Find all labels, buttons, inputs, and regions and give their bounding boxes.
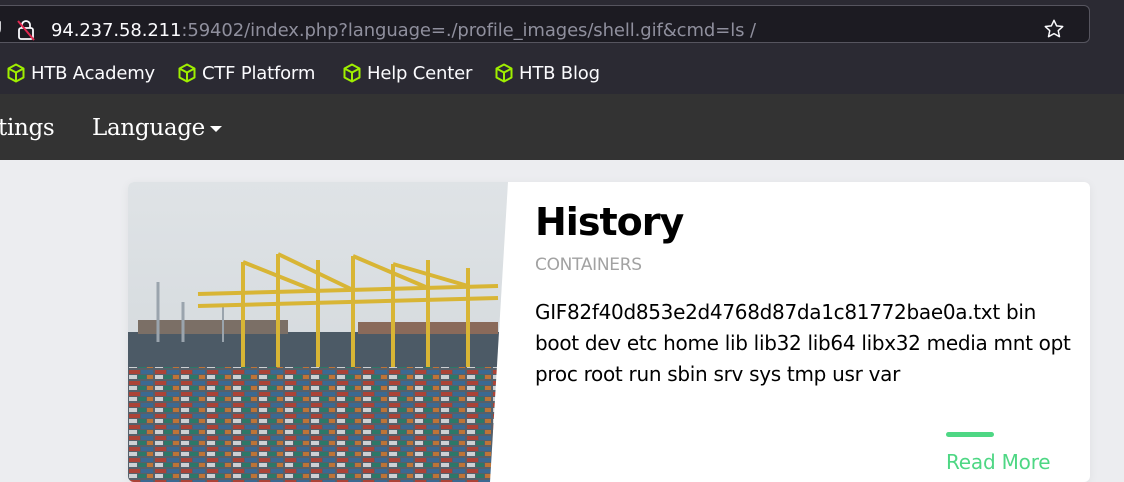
- card-subtitle: CONTAINERS: [535, 255, 642, 275]
- bookmark-help-center[interactable]: Help Center: [342, 61, 472, 85]
- cube-icon: [7, 63, 25, 83]
- cube-icon: [495, 63, 513, 83]
- bookmark-label: Help Center: [367, 62, 473, 84]
- bookmark-label: CTF Platform: [202, 62, 316, 84]
- bookmark-htb-blog[interactable]: HTB Blog: [494, 61, 600, 85]
- nav-settings-link[interactable]: tings: [0, 114, 55, 142]
- nav-language-label: Language: [92, 115, 205, 141]
- browser-toolbar: 94.237.58.211:59402/index.php?language=.…: [0, 0, 1124, 52]
- address-bar[interactable]: 94.237.58.211:59402/index.php?language=.…: [0, 5, 1090, 43]
- card-image: [128, 182, 508, 482]
- nav-language-dropdown[interactable]: Language: [92, 114, 222, 142]
- url-path: :59402/index.php?language=./profile_imag…: [181, 20, 756, 41]
- site-navbar: tings Language: [0, 94, 1124, 160]
- bookmark-ctf-platform[interactable]: CTF Platform: [177, 61, 315, 85]
- post-card: History CONTAINERS GIF82f40d853e2d4768d8…: [128, 182, 1090, 482]
- cube-icon: [178, 63, 196, 83]
- caret-down-icon: [209, 126, 222, 132]
- url-text[interactable]: 94.237.58.211:59402/index.php?language=.…: [51, 19, 756, 43]
- card-title: History: [535, 200, 684, 244]
- url-host: 94.237.58.211: [51, 20, 182, 41]
- bookmark-label: HTB Academy: [31, 62, 156, 84]
- star-icon[interactable]: [1043, 18, 1065, 44]
- shield-icon[interactable]: [0, 20, 1, 42]
- bookmarks-toolbar: HTB Academy CTF Platform Help Center HTB…: [0, 52, 1124, 94]
- bookmark-label: HTB Blog: [519, 62, 600, 84]
- command-output: GIF82f40d853e2d4768d87da1c81772bae0a.txt…: [535, 300, 1071, 386]
- read-more-link[interactable]: Read More: [946, 450, 1051, 474]
- read-more-underline: [946, 432, 994, 437]
- bookmark-htb-academy[interactable]: HTB Academy: [6, 61, 155, 85]
- lock-slash-icon[interactable]: [16, 19, 36, 45]
- cube-icon: [343, 63, 361, 83]
